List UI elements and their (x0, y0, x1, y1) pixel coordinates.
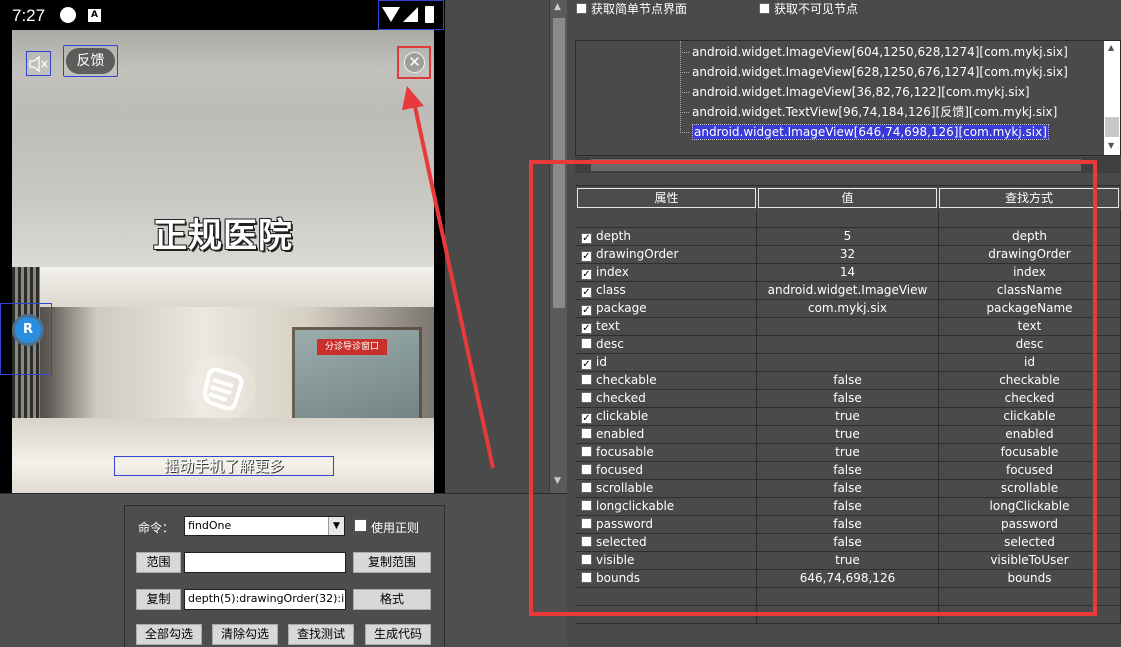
phone-preview[interactable]: 7:27 A 正规医院 分诊导诊窗口 摇动手机了解更多 反馈 ✕ R (0, 0, 445, 493)
speaker-mute-icon (29, 55, 48, 73)
copy-button[interactable]: 复制 (136, 589, 181, 610)
invisible-node-label: 获取不可见节点 (774, 2, 859, 16)
a-badge-icon: A (88, 9, 101, 22)
status-time: 7:27 (12, 6, 46, 25)
app-logo-icon: R (12, 314, 44, 346)
wifi-icon (382, 7, 400, 22)
notification-icon (60, 7, 76, 23)
simple-node-option[interactable]: 获取简单节点界面 (576, 0, 687, 17)
tree-scroll-up-icon[interactable]: ▲ (1108, 43, 1114, 52)
tree-connector (680, 92, 689, 93)
tree-node-label: android.widget.ImageView[628,1250,676,12… (692, 65, 1068, 79)
regex-checkbox[interactable] (354, 519, 367, 532)
annotation-highlight-box (529, 160, 1097, 616)
selector-input[interactable]: depth(5):drawingOrder(32):inde (184, 589, 346, 610)
tree-node-label: android.widget.TextView[96,74,184,126][反… (692, 105, 1058, 119)
regex-label: 使用正则 (371, 521, 420, 535)
find-test-button[interactable]: 查找测试 (288, 624, 354, 645)
range-button[interactable]: 范围 (136, 552, 181, 573)
tree-node[interactable]: android.widget.ImageView[646,74,698,126]… (692, 123, 1049, 141)
tree-node[interactable]: android.widget.ImageView[604,1250,628,12… (692, 43, 1068, 61)
video-headline: 正规医院 (153, 216, 293, 256)
tree-scroll-thumb[interactable] (1105, 117, 1119, 137)
mute-button[interactable] (26, 51, 51, 76)
simple-node-checkbox[interactable] (576, 3, 587, 14)
shake-hand-icon (188, 354, 256, 422)
tree-guide-line (680, 41, 681, 133)
command-select-value: findOne (188, 519, 232, 532)
simple-node-label: 获取简单节点界面 (591, 2, 688, 16)
tree-connector (680, 132, 689, 133)
tree-node[interactable]: android.widget.ImageView[36,82,76,122][c… (692, 83, 1030, 101)
corridor-ceiling (12, 267, 434, 307)
close-icon: ✕ (404, 52, 425, 73)
tree-node-label: android.widget.ImageView[646,74,698,126]… (692, 124, 1049, 140)
feedback-label: 反馈 (66, 48, 115, 74)
copy-range-button[interactable]: 复制范围 (353, 552, 431, 573)
tree-node[interactable]: android.widget.ImageView[628,1250,676,12… (692, 63, 1068, 81)
node-tree[interactable]: android.widget.ImageView[604,1250,628,12… (575, 40, 1121, 156)
feedback-button[interactable]: 反馈 (63, 45, 118, 77)
tree-connector (680, 72, 689, 73)
command-select[interactable]: findOne ▼ (184, 516, 345, 536)
scroll-up-icon[interactable]: ▲ (554, 2, 561, 12)
format-button[interactable]: 格式 (353, 589, 431, 610)
signal-icon (403, 7, 418, 22)
shake-hint-text: 摇动手机了解更多 (114, 456, 334, 476)
invisible-node-checkbox[interactable] (759, 3, 770, 14)
generate-code-button[interactable]: 生成代码 (365, 624, 431, 645)
command-label: 命令： (138, 521, 175, 535)
invisible-node-option[interactable]: 获取不可见节点 (759, 0, 858, 17)
tree-scrollbar[interactable]: ▲ ▼ (1104, 41, 1120, 155)
tree-scroll-down-icon[interactable]: ▼ (1108, 141, 1114, 150)
command-group: 命令： findOne ▼ 使用正则 范围 复制范围 复制 depth(5):d… (124, 505, 445, 647)
tree-connector (680, 112, 689, 113)
counter-sign: 分诊导诊窗口 (317, 339, 387, 355)
select-all-button[interactable]: 全部勾选 (136, 624, 202, 645)
command-panel: 命令： findOne ▼ 使用正则 范围 复制范围 复制 depth(5):d… (0, 493, 567, 647)
clear-selection-button[interactable]: 清除勾选 (212, 624, 278, 645)
close-ad-button[interactable]: ✕ (397, 46, 431, 79)
tree-node[interactable]: android.widget.TextView[96,74,184,126][反… (692, 103, 1057, 121)
floating-logo-button[interactable]: R (0, 303, 52, 375)
battery-icon (425, 6, 434, 23)
tree-node-label: android.widget.ImageView[36,82,76,122][c… (692, 85, 1030, 99)
video-bottom-frame: 分诊导诊窗口 摇动手机了解更多 (12, 267, 434, 493)
range-input[interactable] (184, 552, 346, 573)
status-bar: 7:27 A (0, 0, 445, 30)
tree-node-label: android.widget.ImageView[604,1250,628,12… (692, 45, 1068, 59)
chevron-down-icon[interactable]: ▼ (328, 517, 344, 535)
tree-connector (680, 52, 689, 53)
